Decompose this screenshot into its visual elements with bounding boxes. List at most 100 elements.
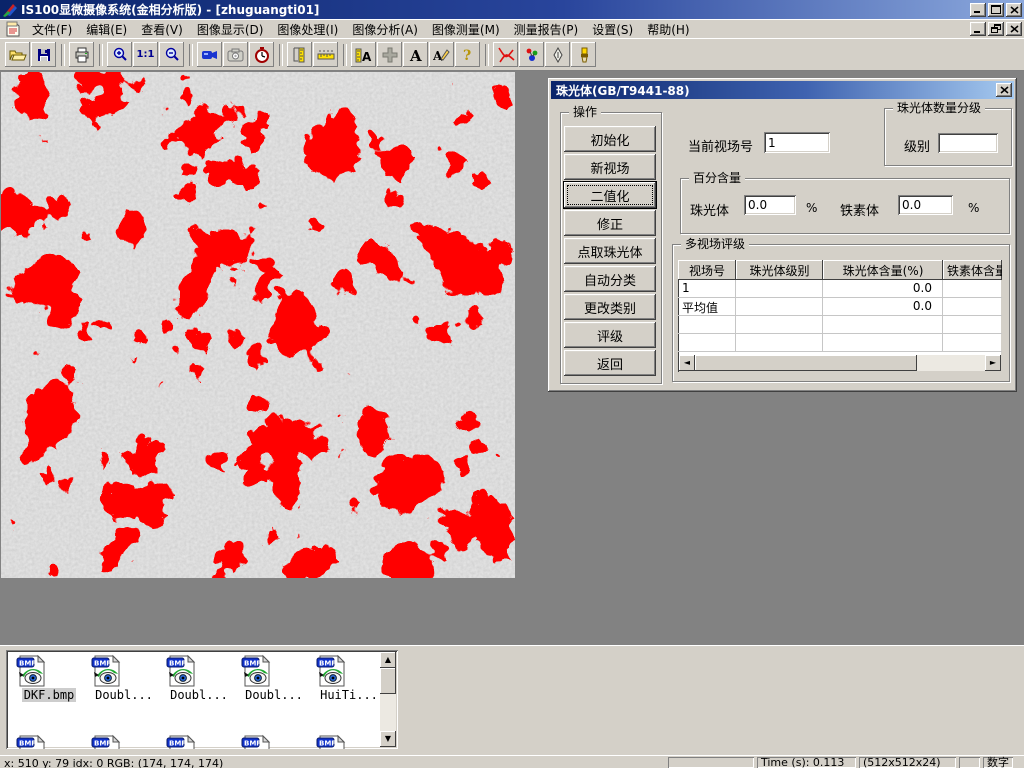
multi-view-table[interactable]: 视场号 珠光体级别 珠光体含量(%) 铁素体含量(%) 1 0.0 平均值 0.…: [678, 260, 1002, 372]
zoom-out-button[interactable]: [159, 42, 184, 67]
save-button[interactable]: [31, 42, 56, 67]
file-item[interactable]: BMP: [14, 734, 84, 749]
file-item[interactable]: BMP: [314, 734, 384, 749]
col-pearlite-content: 珠光体含量(%): [823, 260, 943, 280]
status-bar: x: 510 y: 79 idx: 0 RGB: (174, 174, 174)…: [0, 755, 1024, 768]
menu-report[interactable]: 测量报告(P): [507, 20, 586, 39]
toolbar-separator: [343, 44, 347, 66]
caliper-button[interactable]: [287, 42, 312, 67]
actual-size-icon: 1:1: [137, 49, 155, 60]
scrollbar-thumb[interactable]: [695, 355, 917, 371]
ruler-button[interactable]: [313, 42, 338, 67]
metallographic-image[interactable]: [1, 72, 515, 578]
dialog-close-button[interactable]: [996, 83, 1012, 97]
mdi-restore-button[interactable]: [988, 22, 1004, 36]
actual-size-button[interactable]: 1:1: [133, 42, 158, 67]
toolbar-separator: [99, 44, 103, 66]
annotate-button[interactable]: A: [429, 42, 454, 67]
caliper-icon: [292, 47, 308, 63]
zoom-in-icon: [112, 47, 128, 63]
current-view-input[interactable]: 1: [764, 132, 830, 153]
picker-button[interactable]: [545, 42, 570, 67]
menu-image-analysis[interactable]: 图像分析(A): [345, 20, 425, 39]
open-button[interactable]: [5, 42, 30, 67]
menu-image-process[interactable]: 图像处理(I): [270, 20, 345, 39]
menu-image-measure[interactable]: 图像测量(M): [425, 20, 507, 39]
file-item[interactable]: BMP: [164, 734, 234, 749]
svg-text:BMP: BMP: [94, 740, 111, 748]
grade-button[interactable]: 评级: [564, 322, 656, 348]
svg-text:BMP: BMP: [94, 660, 111, 668]
menu-edit[interactable]: 编辑(E): [79, 20, 134, 39]
status-panel-empty: [959, 757, 980, 768]
change-class-button[interactable]: 更改类别: [564, 294, 656, 320]
minimize-button[interactable]: [970, 3, 986, 17]
zoom-in-button[interactable]: [107, 42, 132, 67]
return-button[interactable]: 返回: [564, 350, 656, 376]
mdi-minimize-button[interactable]: [970, 22, 986, 36]
video-camera-button[interactable]: [197, 42, 222, 67]
file-item[interactable]: BMP DKF.bmp: [14, 654, 84, 702]
dialog-title-bar: 珠光体(GB/T9441-88): [551, 81, 1014, 99]
capture-button[interactable]: [223, 42, 248, 67]
bmp-file-icon: BMP: [14, 654, 84, 688]
document-icon[interactable]: [6, 21, 21, 37]
status-panel-empty: [668, 757, 754, 768]
close-button[interactable]: [1006, 3, 1022, 17]
file-item[interactable]: BMP HuiTi...: [314, 654, 384, 702]
bmp-file-icon: BMP: [164, 654, 234, 688]
menu-settings[interactable]: 设置(S): [585, 20, 640, 39]
table-row[interactable]: 平均值 0.0: [678, 298, 1002, 316]
scroll-up-arrow-icon[interactable]: ▲: [380, 652, 396, 668]
file-item[interactable]: BMP Doubl...: [239, 654, 309, 702]
menu-image-display[interactable]: 图像显示(D): [190, 20, 271, 39]
scroll-down-arrow-icon[interactable]: ▼: [380, 731, 396, 747]
svg-text:BMP: BMP: [319, 740, 336, 748]
menu-view[interactable]: 查看(V): [134, 20, 190, 39]
correct-button[interactable]: 修正: [564, 210, 656, 236]
init-button[interactable]: 初始化: [564, 126, 656, 152]
brush-button[interactable]: [571, 42, 596, 67]
file-item[interactable]: BMP Doubl...: [89, 654, 159, 702]
file-item[interactable]: BMP: [89, 734, 159, 749]
scroll-right-arrow-icon[interactable]: ►: [985, 355, 1001, 371]
table-row-empty: [678, 316, 1002, 334]
bmp-file-icon: BMP: [89, 654, 159, 688]
curve-measure-button[interactable]: [493, 42, 518, 67]
auto-classify-button[interactable]: 自动分类: [564, 266, 656, 292]
menu-help[interactable]: 帮助(H): [640, 20, 696, 39]
status-time: Time (s): 0.113: [757, 757, 856, 768]
measure-text-button[interactable]: A: [351, 42, 376, 67]
new-view-button[interactable]: 新视场: [564, 154, 656, 180]
scrollbar-thumb[interactable]: [380, 668, 396, 694]
grade-level-input[interactable]: [938, 133, 998, 153]
mdi-close-button[interactable]: [1006, 22, 1022, 36]
file-list[interactable]: BMP DKF.bmp BMP Doubl... BMP Doubl... BM…: [6, 650, 398, 749]
file-item[interactable]: BMP Doubl...: [164, 654, 234, 702]
pick-pearlite-button[interactable]: 点取珠光体: [564, 238, 656, 264]
file-list-scrollbar[interactable]: ▲ ▼: [380, 652, 396, 747]
pearlite-percent-input[interactable]: 0.0: [744, 195, 796, 215]
print-button[interactable]: [69, 42, 94, 67]
svg-text:?: ?: [463, 48, 471, 63]
text-button[interactable]: A: [403, 42, 428, 67]
classify-points-icon: [524, 47, 540, 63]
help-button[interactable]: ?: [455, 42, 480, 67]
classify-points-button[interactable]: [519, 42, 544, 67]
timer-button[interactable]: [249, 42, 274, 67]
move-button[interactable]: [377, 42, 402, 67]
ferrite-percent-input[interactable]: 0.0: [898, 195, 953, 215]
picker-icon: [552, 47, 564, 63]
svg-text:BMP: BMP: [19, 740, 36, 748]
table-horizontal-scrollbar[interactable]: ◄ ►: [679, 355, 1001, 371]
file-item[interactable]: BMP: [239, 734, 309, 749]
maximize-button[interactable]: [988, 3, 1004, 17]
table-row[interactable]: 1 0.0: [678, 280, 1002, 298]
binarize-button[interactable]: 二值化: [564, 182, 656, 208]
brush-icon: [578, 47, 590, 63]
scroll-left-arrow-icon[interactable]: ◄: [679, 355, 695, 371]
cell-grade: [736, 298, 823, 316]
cell-pearlite: 0.0: [823, 280, 943, 298]
cell-view: 平均值: [678, 298, 736, 316]
menu-file[interactable]: 文件(F): [25, 20, 79, 39]
